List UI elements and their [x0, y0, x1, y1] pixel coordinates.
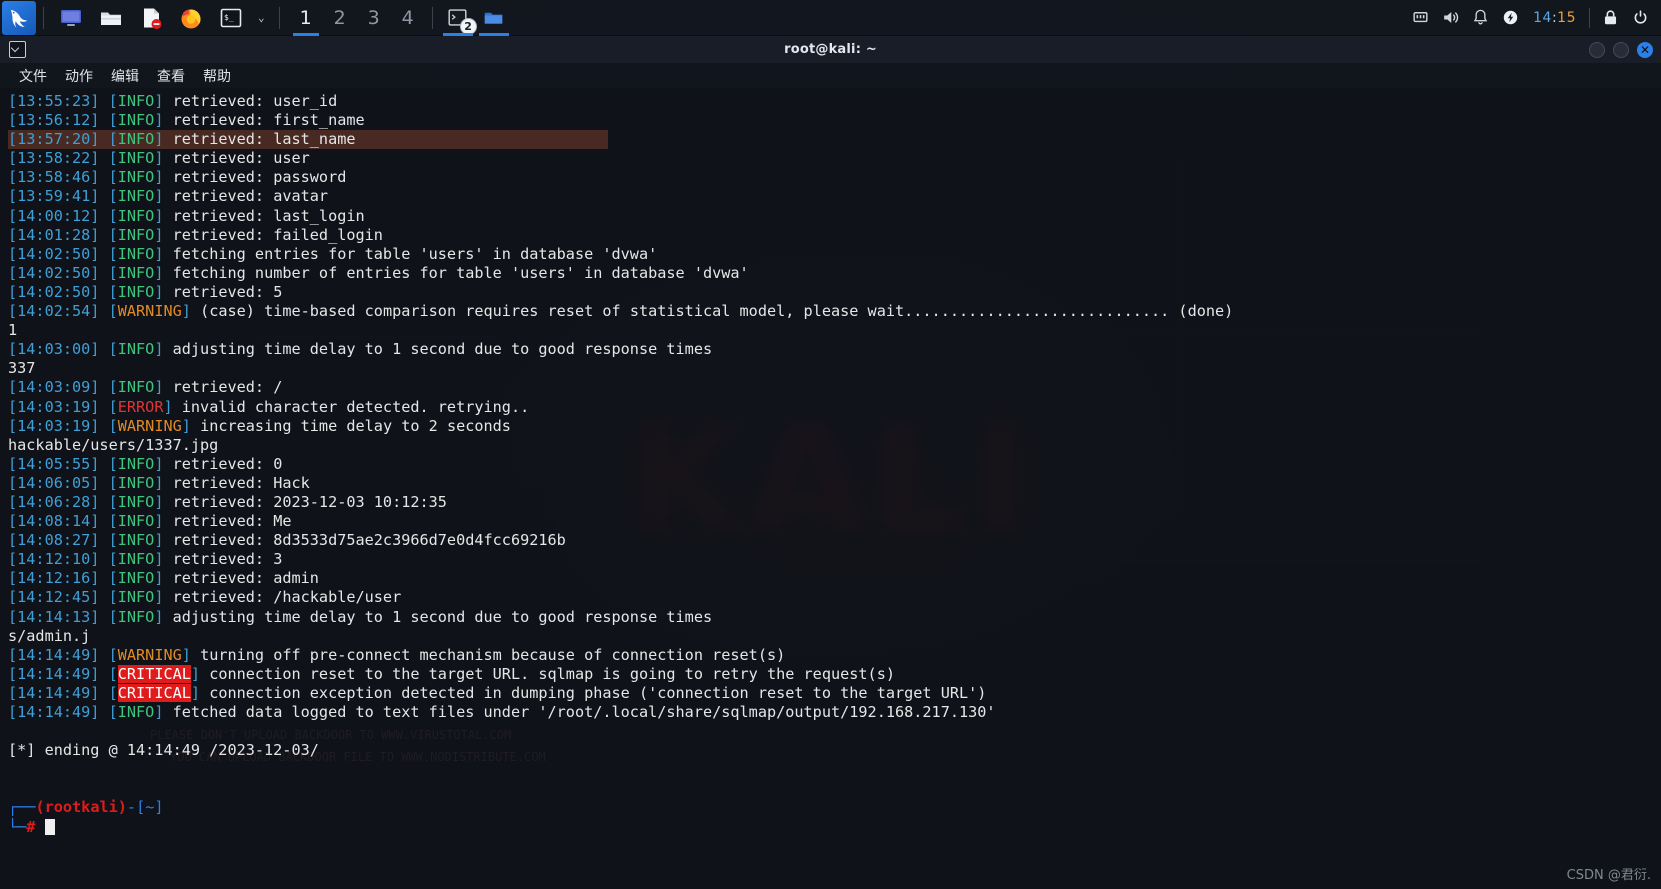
terminal-line: [13:58:22] [INFO] retrieved: user — [8, 149, 1661, 168]
minimize-button[interactable] — [1589, 42, 1605, 58]
terminal-line — [8, 779, 1661, 798]
window-titlebar[interactable]: root@kali: ~ ✕ — [0, 36, 1661, 63]
terminal-line: [13:56:12] [INFO] retrieved: first_name — [8, 111, 1661, 130]
maximize-button[interactable] — [1613, 42, 1629, 58]
network-icon[interactable] — [1405, 0, 1435, 36]
menu-view[interactable]: 查看 — [148, 64, 194, 88]
power-icon[interactable] — [1495, 0, 1525, 36]
terminal-line: [14:14:49] [INFO] fetched data logged to… — [8, 703, 1661, 722]
ghost-banner-2: YOU CAN UPLOAD BACKDOOR FILE TO WWW.NODI… — [170, 750, 546, 764]
file-manager-icon — [482, 6, 506, 30]
terminal-line: [13:59:41] [INFO] retrieved: avatar — [8, 187, 1661, 206]
panel-tray: 14:15 — [1405, 0, 1661, 35]
terminal-line: [14:03:00] [INFO] adjusting time delay t… — [8, 340, 1661, 359]
shell-prompt-line-2[interactable]: └─# — [8, 818, 1661, 837]
shell-prompt-line-1: ┌──(root㈟kali)-[~] — [8, 798, 1661, 817]
workspace-switcher: 1 2 3 4 — [289, 0, 425, 35]
terminal-line: [14:05:55] [INFO] retrieved: 0 — [8, 455, 1661, 474]
terminal-line: [14:14:49] [WARNING] turning off pre-con… — [8, 646, 1661, 665]
show-desktop-icon[interactable] — [54, 1, 88, 35]
kali-dragon-icon — [6, 5, 32, 31]
terminal-line: [14:06:05] [INFO] retrieved: Hack — [8, 474, 1661, 493]
terminal-line: [13:55:23] [INFO] retrieved: user_id — [8, 92, 1661, 111]
task-terminal[interactable]: 2 — [440, 0, 476, 36]
terminal-line: [14:02:54] [WARNING] (case) time-based c… — [8, 302, 1661, 321]
menu-file[interactable]: 文件 — [10, 64, 56, 88]
terminal-line: [14:14:49] [CRITICAL] connection excepti… — [8, 684, 1661, 703]
terminal-window: root@kali: ~ ✕ 文件 动作 编辑 查看 帮助 PLEASE DON… — [0, 36, 1661, 889]
close-button[interactable]: ✕ — [1637, 42, 1653, 58]
volume-icon[interactable] — [1435, 0, 1465, 36]
terminal-line: [14:02:50] [INFO] fetching number of ent… — [8, 264, 1661, 283]
terminal-line: [14:14:49] [CRITICAL] connection reset t… — [8, 665, 1661, 684]
xfce-top-panel: $_ ⌄ 1 2 3 4 2 14:15 — [0, 0, 1661, 36]
terminal-line: 1 — [8, 321, 1661, 340]
clock[interactable]: 14:15 — [1525, 10, 1584, 26]
terminal-line: hackable/users/1337.jpg — [8, 436, 1661, 455]
terminal-line: [14:12:45] [INFO] retrieved: /hackable/u… — [8, 588, 1661, 607]
clock-minutes: 15 — [1557, 10, 1576, 26]
panel-divider — [43, 7, 44, 29]
terminal-line: [14:02:50] [INFO] retrieved: 5 — [8, 283, 1661, 302]
ghost-banner-1: PLEASE DON'T UPLOAD BACKDOOR TO WWW.VIRU… — [150, 728, 511, 742]
workspace-2[interactable]: 2 — [323, 0, 357, 36]
terminal-line: [14:01:28] [INFO] retrieved: failed_logi… — [8, 226, 1661, 245]
file-manager-icon[interactable] — [94, 1, 128, 35]
terminal-line: [14:12:16] [INFO] retrieved: admin — [8, 569, 1661, 588]
notification-bell-icon[interactable] — [1465, 0, 1495, 36]
svg-text:$_: $_ — [224, 13, 234, 22]
terminal-line: [13:58:46] [INFO] retrieved: password — [8, 168, 1661, 187]
terminal-line: [14:00:12] [INFO] retrieved: last_login — [8, 207, 1661, 226]
menu-actions[interactable]: 动作 — [56, 64, 102, 88]
text-editor-icon[interactable] — [134, 1, 168, 35]
clock-hours: 14 — [1533, 10, 1552, 26]
csdn-watermark: CSDN @君衍. — [1567, 864, 1651, 883]
window-title: root@kali: ~ — [0, 42, 1661, 57]
terminal-line: [14:08:27] [INFO] retrieved: 8d3533d75ae… — [8, 531, 1661, 550]
terminal-line: [14:03:19] [ERROR] invalid character det… — [8, 398, 1661, 417]
terminal-line: s/admin.j — [8, 627, 1661, 646]
logout-icon[interactable] — [1625, 0, 1655, 36]
menu-edit[interactable]: 编辑 — [102, 64, 148, 88]
firefox-icon[interactable] — [174, 1, 208, 35]
task-file-manager[interactable] — [476, 0, 512, 36]
terminal-line: [14:06:28] [INFO] retrieved: 2023-12-03 … — [8, 493, 1661, 512]
terminal-line: [14:08:14] [INFO] retrieved: Me — [8, 512, 1661, 531]
menu-bar: 文件 动作 编辑 查看 帮助 — [0, 63, 1661, 88]
panel-divider — [1589, 8, 1590, 28]
task-badge-count: 2 — [460, 18, 477, 35]
workspace-3[interactable]: 3 — [357, 0, 391, 36]
workspace-4[interactable]: 4 — [391, 0, 425, 36]
workspace-1[interactable]: 1 — [289, 0, 323, 36]
lock-screen-icon[interactable] — [1595, 0, 1625, 36]
panel-launchers: $_ ⌄ 1 2 3 4 2 — [0, 0, 512, 35]
terminal-line: [14:02:50] [INFO] fetching entries for t… — [8, 245, 1661, 264]
chevron-down-icon[interactable]: ⌄ — [251, 11, 272, 24]
terminal-line: [14:03:19] [WARNING] increasing time del… — [8, 417, 1661, 436]
terminal-output: [13:55:23] [INFO] retrieved: user_id [13:… — [8, 92, 1661, 837]
terminal-viewport[interactable]: PLEASE DON'T UPLOAD BACKDOOR TO WWW.VIRU… — [0, 88, 1661, 889]
terminal-line: 337 — [8, 359, 1661, 378]
text-cursor — [45, 819, 55, 835]
window-controls: ✕ — [1589, 36, 1653, 63]
panel-divider — [279, 7, 280, 29]
terminal-line: [14:03:09] [INFO] retrieved: / — [8, 378, 1661, 397]
terminal-line: [14:12:10] [INFO] retrieved: 3 — [8, 550, 1661, 569]
kali-menu-button[interactable] — [2, 1, 36, 35]
menu-help[interactable]: 帮助 — [194, 64, 240, 88]
terminal-icon[interactable]: $_ — [214, 1, 248, 35]
terminal-line: [13:57:20] [INFO] retrieved: last_name — [8, 130, 1661, 149]
terminal-line: [14:14:13] [INFO] adjusting time delay t… — [8, 608, 1661, 627]
panel-divider — [432, 7, 433, 29]
